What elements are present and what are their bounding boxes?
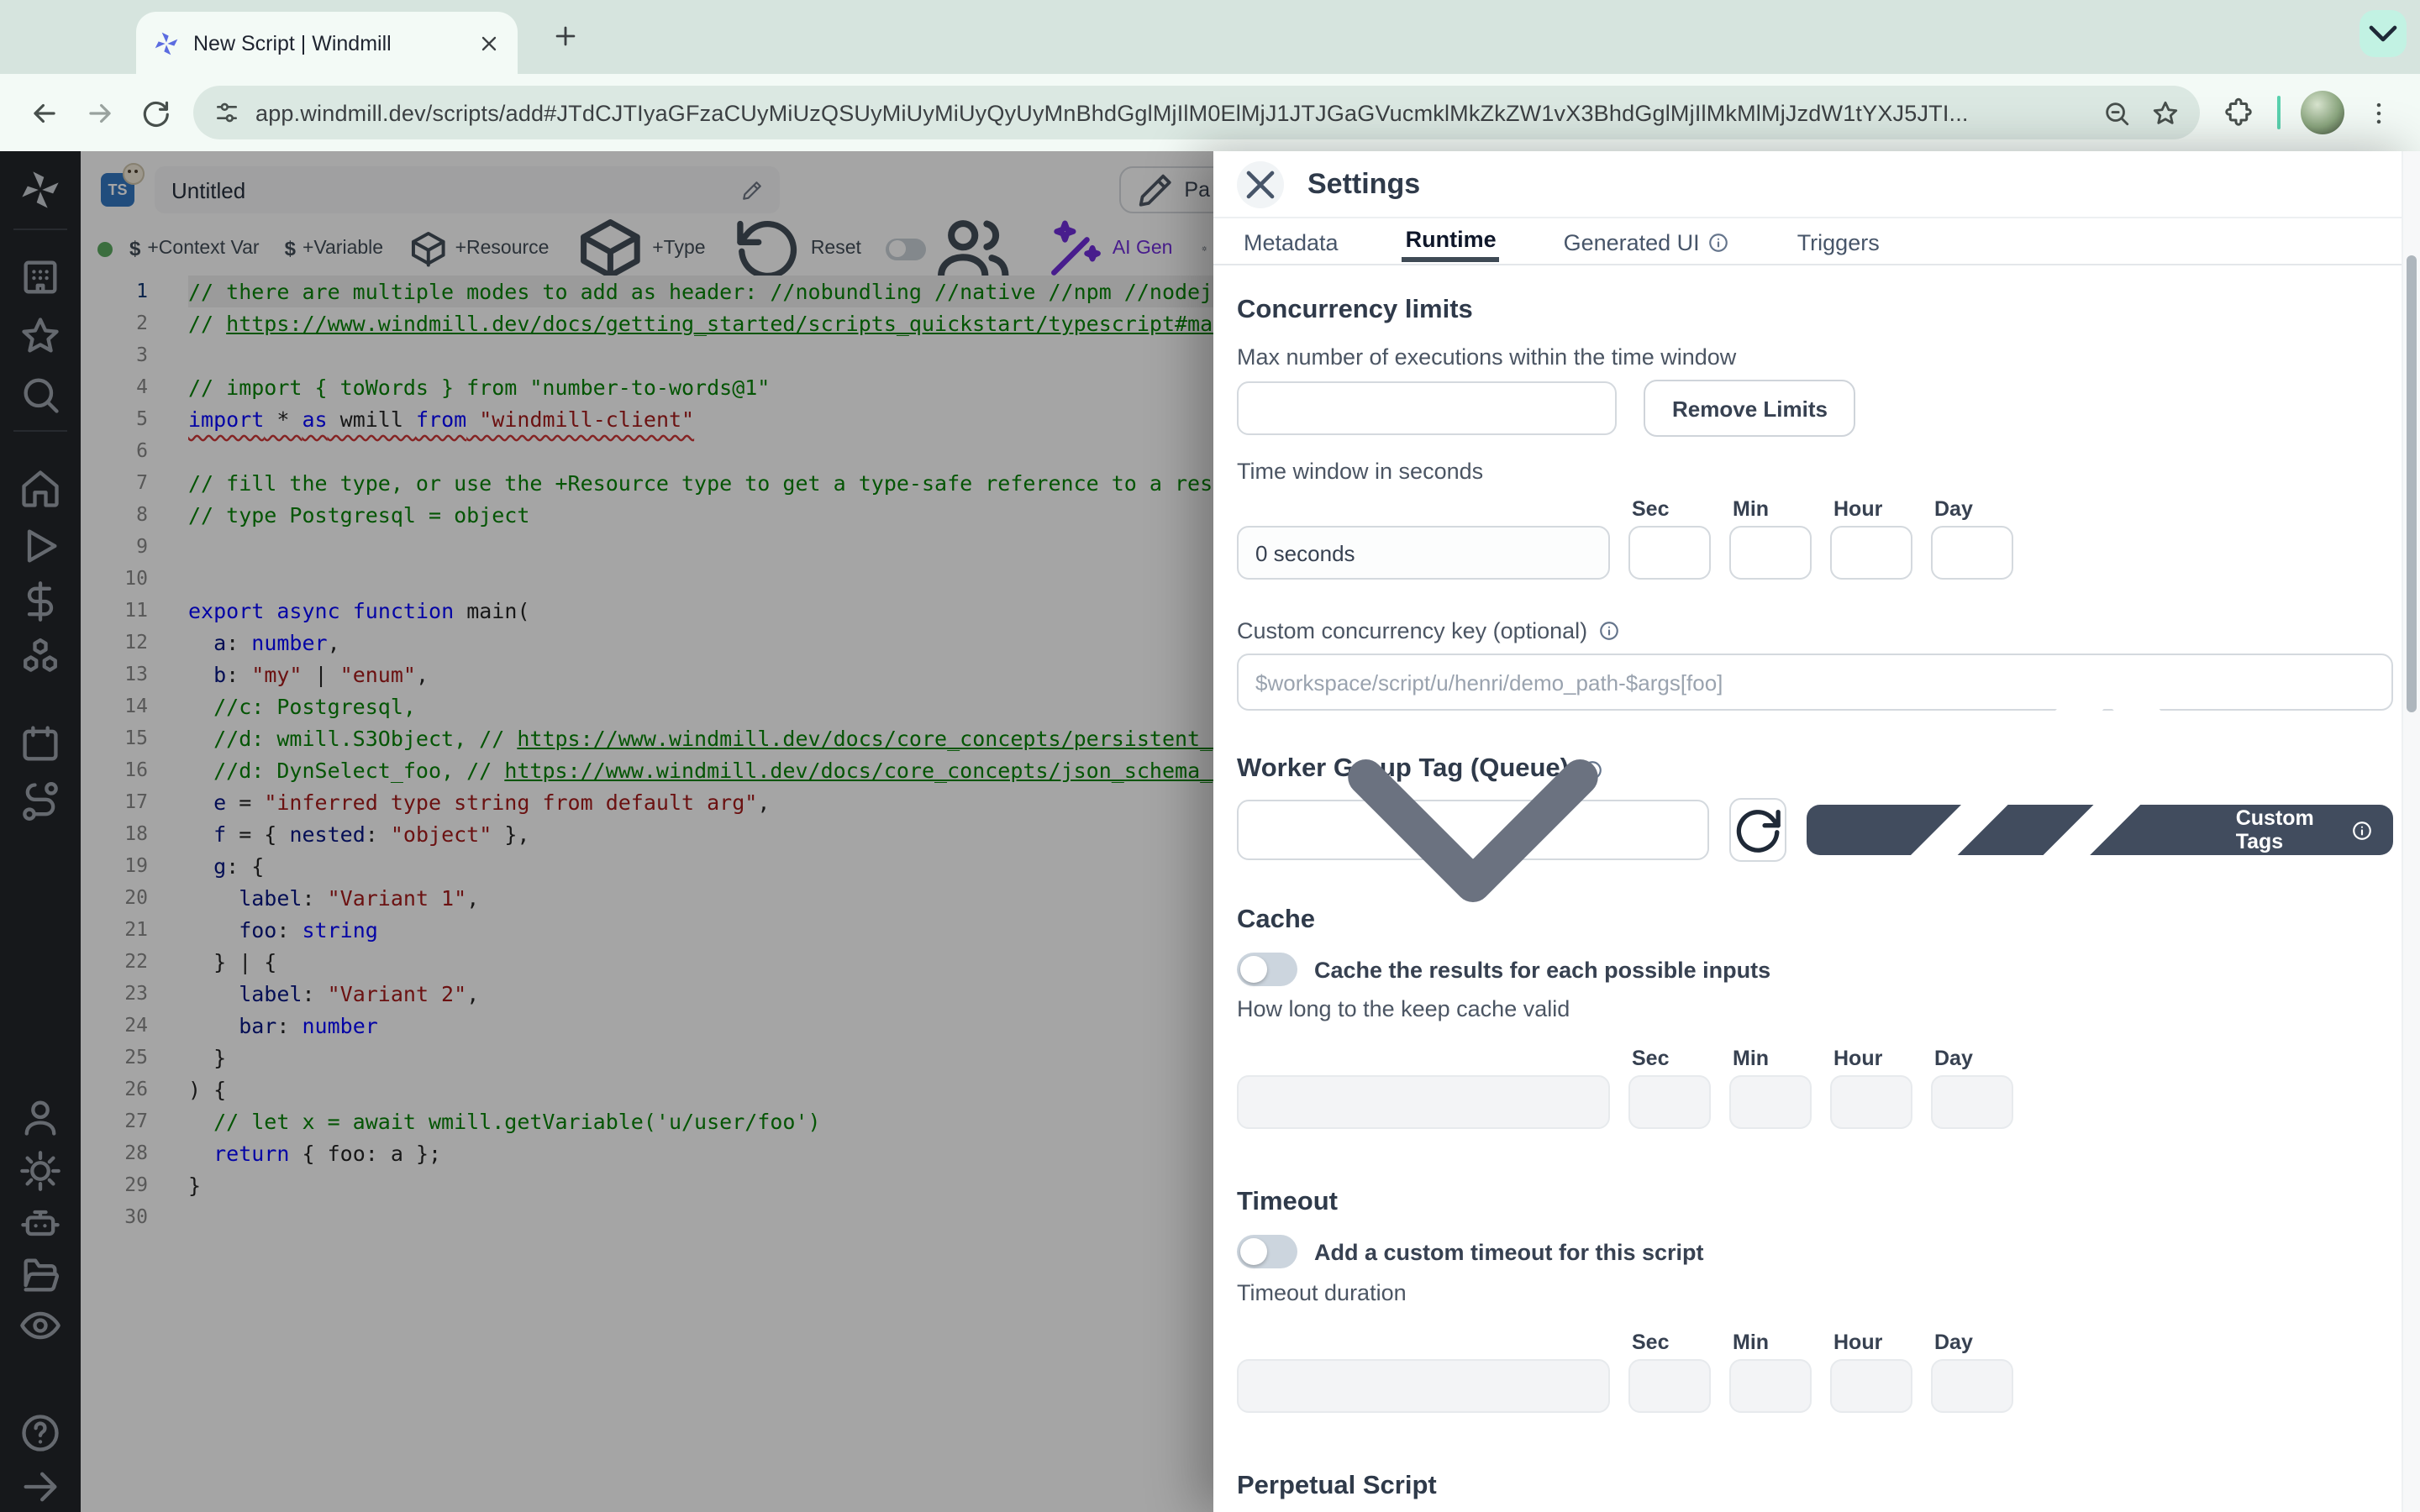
- drawer-header: Settings: [1213, 151, 2420, 218]
- runtime-tab-content: Concurrency limits Max number of executi…: [1213, 265, 2420, 1512]
- browser-tab[interactable]: New Script | Windmill: [136, 12, 518, 74]
- browser-window: New Script | Windmill app.windmill.dev/s…: [0, 0, 2420, 1512]
- worker-group-select[interactable]: [1237, 800, 1709, 860]
- info-icon: [2351, 819, 2373, 841]
- timeout-duration-row: Sec Min Hour Day: [1237, 1331, 2393, 1413]
- zoom-icon[interactable]: [2102, 98, 2131, 127]
- duration-day-input[interactable]: [1931, 526, 2013, 580]
- duration-unit-label: Day: [1931, 497, 2013, 521]
- duration-unit-label: Sec: [1628, 497, 1711, 521]
- duration-unit-label: Hour: [1830, 1331, 1912, 1354]
- extensions-icon[interactable]: [2223, 97, 2254, 128]
- duration-unit-label: Sec: [1628, 1047, 1711, 1070]
- settings-tabs: Metadata Runtime Generated UI Triggers: [1213, 218, 2420, 265]
- remove-limits-button[interactable]: Remove Limits: [1644, 380, 1856, 437]
- duration-hour-input[interactable]: [1830, 1359, 1912, 1413]
- concurrency-heading: Concurrency limits: [1237, 296, 2393, 326]
- refresh-icon: [1731, 803, 1785, 857]
- close-drawer-button[interactable]: [1237, 160, 1284, 207]
- tab-triggers[interactable]: Triggers: [1794, 218, 1883, 262]
- new-tab-button[interactable]: [551, 22, 580, 50]
- duration-unit-label: Hour: [1830, 497, 1912, 521]
- cache-duration-row: Sec Min Hour Day: [1237, 1047, 2393, 1129]
- page-content: TS Untitled Pa $+Context Var $+Variable …: [0, 151, 2420, 1512]
- tab-generated-ui[interactable]: Generated UI: [1560, 218, 1733, 262]
- info-icon: [1708, 231, 1730, 253]
- timeout-toggle[interactable]: [1237, 1235, 1297, 1268]
- cache-toggle-label: Cache the results for each possible inpu…: [1314, 957, 1770, 982]
- browser-toolbar: app.windmill.dev/scripts/add#JTdCJTIyaGF…: [0, 74, 2420, 151]
- duration-hour-input[interactable]: [1830, 526, 1912, 580]
- windmill-favicon-icon: [153, 29, 180, 56]
- browser-menu-icon[interactable]: [2365, 98, 2393, 127]
- address-bar[interactable]: app.windmill.dev/scripts/add#JTdCJTIyaGF…: [193, 86, 2200, 139]
- tab-title: New Script | Windmill: [193, 31, 477, 55]
- timeout-duration-label: Timeout duration: [1237, 1280, 2393, 1305]
- duration-unit-label: Hour: [1830, 1047, 1912, 1070]
- duration-min-input[interactable]: [1729, 526, 1812, 580]
- duration-unit-label: Day: [1931, 1047, 2013, 1070]
- duration-day-input[interactable]: [1931, 1359, 2013, 1413]
- tab-search-chevron-button[interactable]: [2360, 10, 2407, 57]
- url-text[interactable]: app.windmill.dev/scripts/add#JTdCJTIyaGF…: [255, 100, 2082, 125]
- drawer-scrollbar-thumb[interactable]: [2407, 255, 2417, 712]
- timeout-duration-value[interactable]: [1237, 1359, 1610, 1413]
- settings-drawer: Settings Metadata Runtime Generated UI Trig…: [1213, 151, 2420, 1512]
- drawer-title: Settings: [1307, 167, 1420, 201]
- duration-day-input[interactable]: [1931, 1075, 2013, 1129]
- duration-unit-label: Sec: [1628, 1331, 1711, 1354]
- perpetual-heading: Perpetual Script: [1237, 1472, 2393, 1502]
- profile-separator: [2277, 96, 2281, 129]
- time-window-value[interactable]: 0 seconds: [1237, 526, 1610, 580]
- back-button[interactable]: [29, 97, 60, 129]
- duration-min-input[interactable]: [1729, 1075, 1812, 1129]
- duration-sec-input[interactable]: [1628, 1359, 1711, 1413]
- avatar[interactable]: [2301, 91, 2344, 134]
- refresh-tags-button[interactable]: [1729, 798, 1786, 862]
- custom-tags-button[interactable]: Custom Tags: [1807, 805, 2393, 855]
- timeout-heading: Timeout: [1237, 1188, 2393, 1218]
- tab-runtime[interactable]: Runtime: [1402, 218, 1500, 262]
- time-window-label: Time window in seconds: [1237, 459, 2393, 484]
- duration-hour-input[interactable]: [1830, 1075, 1912, 1129]
- duration-sec-input[interactable]: [1628, 1075, 1711, 1129]
- pencil-icon: [1827, 632, 2224, 1029]
- drawer-backdrop[interactable]: [0, 151, 1213, 1512]
- forward-button[interactable]: [84, 97, 116, 129]
- duration-sec-input[interactable]: [1628, 526, 1711, 580]
- reload-button[interactable]: [139, 97, 171, 129]
- close-icon: [1237, 160, 1284, 207]
- bookmark-star-icon[interactable]: [2151, 98, 2180, 127]
- duration-unit-label: Min: [1729, 1331, 1812, 1354]
- browser-tab-strip: New Script | Windmill: [0, 0, 2420, 74]
- tab-metadata[interactable]: Metadata: [1240, 218, 1342, 262]
- site-settings-icon[interactable]: [213, 99, 240, 126]
- duration-min-input[interactable]: [1729, 1359, 1812, 1413]
- duration-unit-label: Min: [1729, 497, 1812, 521]
- cache-duration-value[interactable]: [1237, 1075, 1610, 1129]
- cache-toggle[interactable]: [1237, 953, 1297, 986]
- max-executions-label: Max number of executions within the time…: [1237, 344, 2393, 370]
- max-executions-input[interactable]: [1237, 381, 1617, 435]
- duration-unit-label: Min: [1729, 1047, 1812, 1070]
- timeout-toggle-label: Add a custom timeout for this script: [1314, 1239, 1704, 1264]
- chevron-down-icon: [2360, 10, 2407, 57]
- time-window-duration-row: 0 seconds Sec Min Hour Day: [1237, 497, 2393, 580]
- duration-unit-label: Day: [1931, 1331, 2013, 1354]
- tab-close-icon[interactable]: [477, 31, 501, 55]
